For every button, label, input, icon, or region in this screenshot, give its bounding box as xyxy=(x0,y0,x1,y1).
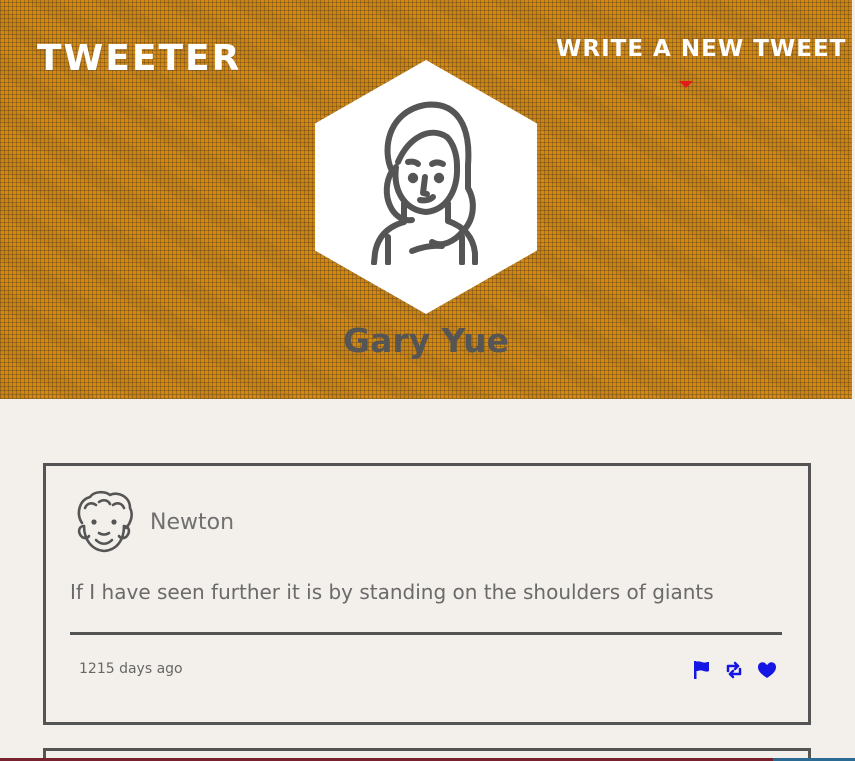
brand-logo[interactable]: TWEETER xyxy=(37,40,241,78)
user-avatar-icon xyxy=(371,101,478,265)
write-new-tweet-link[interactable]: WRITE A NEW TWEET xyxy=(556,35,846,63)
heart-icon xyxy=(758,662,776,678)
retweet-button[interactable] xyxy=(723,659,745,681)
retweet-icon xyxy=(726,661,742,679)
tweet-divider xyxy=(70,632,782,635)
page: TWEETER WRITE A NEW TWEET Gary Yue Newto… xyxy=(0,0,855,761)
profile-name: Gary Yue xyxy=(343,321,509,360)
profile-header: TWEETER WRITE A NEW TWEET Gary Yue xyxy=(0,0,852,399)
flag-icon xyxy=(694,661,709,679)
tweet-timestamp: 1215 days ago xyxy=(79,661,183,677)
caret-down-icon[interactable] xyxy=(679,81,693,88)
like-button[interactable] xyxy=(756,659,778,681)
tweet-author: Newton xyxy=(150,510,235,535)
tweet-text: If I have seen further it is by standing… xyxy=(70,580,714,604)
flag-button[interactable] xyxy=(691,659,713,681)
profile-avatar xyxy=(315,60,537,314)
tweet-card: Newton If I have seen further it is by s… xyxy=(43,463,811,725)
tweet-avatar-icon xyxy=(77,490,133,553)
